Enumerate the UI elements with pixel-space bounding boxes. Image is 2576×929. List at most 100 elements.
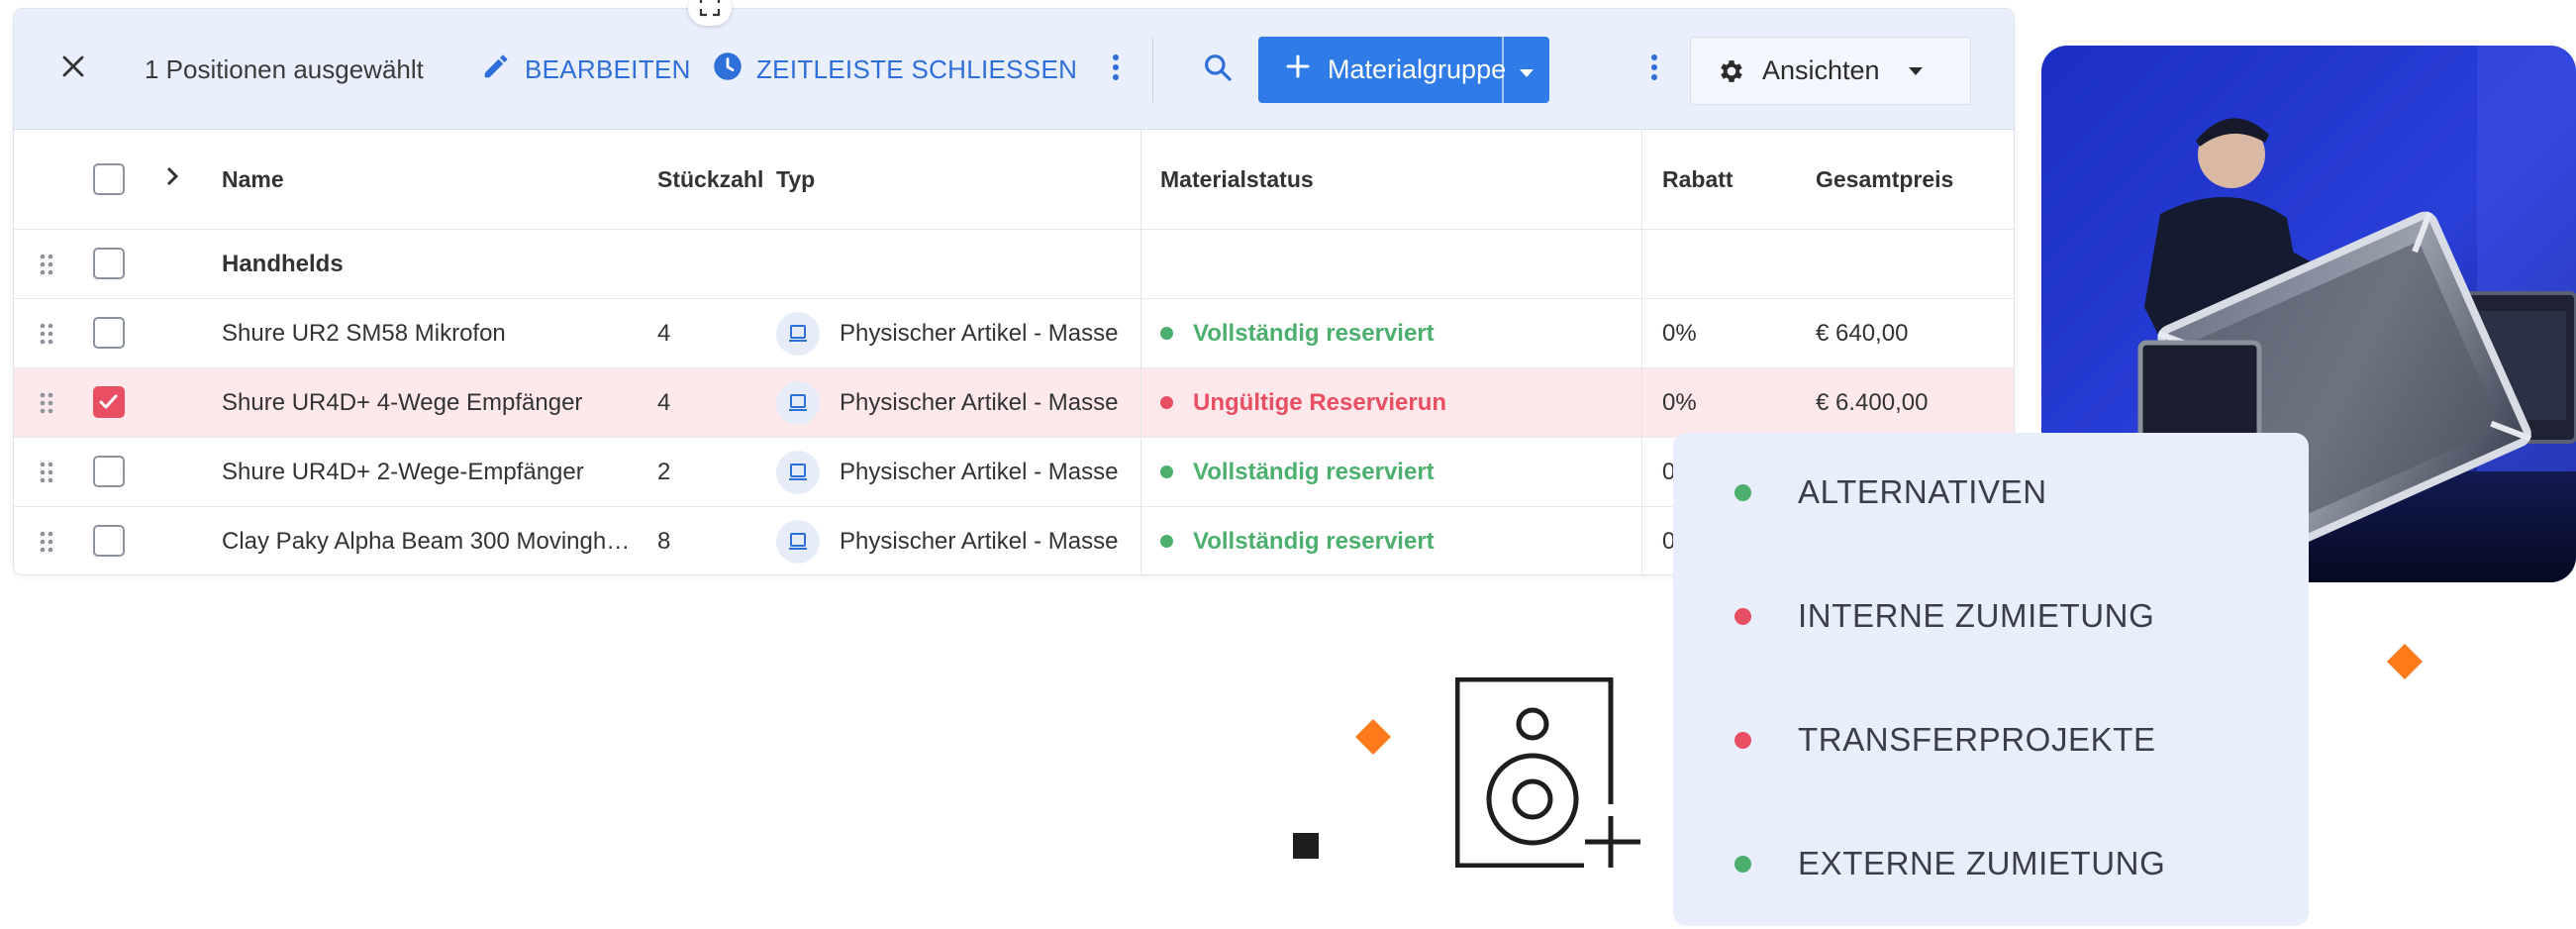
column-divider [1140, 130, 1141, 574]
selection-toolbar: 1 Positionen ausgewählt BEARBEITEN ZEITL… [14, 9, 2014, 130]
menu-item-label: TRANSFERPROJEKTE [1798, 721, 2156, 758]
item-quantity: 4 [657, 388, 671, 416]
item-price: € 6.400,00 [1816, 388, 1929, 416]
row-checkbox[interactable] [93, 317, 125, 349]
drag-handle-icon[interactable] [32, 368, 61, 437]
status-dot [1734, 607, 1751, 625]
close-timeline-label: ZEITLEISTE SCHLIESSEN [756, 53, 1078, 84]
item-name: Shure UR2 SM58 Mikrofon [222, 319, 506, 347]
item-discount: 0% [1662, 319, 1697, 347]
clock-icon [713, 52, 743, 88]
add-options-dropdown[interactable] [1504, 37, 1549, 103]
laptop-icon [776, 519, 820, 564]
drag-handle-icon[interactable] [32, 507, 61, 574]
speaker-add-icon [1454, 676, 1643, 873]
more-vertical-icon [1112, 53, 1120, 86]
close-timeline-button[interactable]: ZEITLEISTE SCHLIESSEN [713, 50, 1077, 89]
row-checkbox[interactable] [93, 525, 125, 557]
item-type: Physischer Artikel - Masse [776, 368, 1118, 437]
column-divider [1641, 130, 1642, 574]
column-header-total-price[interactable]: Gesamtpreis [1816, 130, 1953, 229]
caret-down-icon [1908, 66, 1924, 76]
column-header-discount[interactable]: Rabatt [1662, 130, 1734, 229]
laptop-icon [776, 380, 820, 425]
row-checkbox[interactable] [93, 456, 125, 487]
expand-all-toggle[interactable] [165, 130, 179, 229]
status-dot [1160, 535, 1173, 548]
column-header-type[interactable]: Typ [776, 130, 815, 229]
menu-item-label: EXTERNE ZUMIETUNG [1798, 845, 2166, 881]
menu-item-label: ALTERNATIVEN [1798, 473, 2047, 510]
status-dot [1734, 855, 1751, 873]
row-checkbox[interactable] [93, 248, 125, 279]
item-price: € 640,00 [1816, 319, 1909, 347]
menu-item-external-rental[interactable]: EXTERNE ZUMIETUNG [1734, 845, 2165, 882]
availability-options-menu: ALTERNATIVEN INTERNE ZUMIETUNG TRANSFERP… [1673, 433, 2309, 926]
laptop-icon [776, 311, 820, 356]
row-checkbox-checked[interactable] [93, 386, 125, 418]
add-material-group-button[interactable]: Materialgruppe [1258, 37, 1549, 103]
item-status-label: Vollständig reserviert [1193, 527, 1435, 555]
table-header: Name Stückzahl Typ Materialstatus Rabatt… [14, 130, 2014, 230]
drag-handle-icon[interactable] [32, 438, 61, 506]
orange-diamond-decoration [2387, 644, 2423, 684]
status-dot [1160, 396, 1173, 409]
expand-icon [699, 0, 721, 22]
menu-item-alternatives[interactable]: ALTERNATIVEN [1734, 473, 2047, 511]
search-button[interactable] [1198, 50, 1238, 89]
item-type: Physischer Artikel - Masse [776, 438, 1118, 506]
item-status-label: Ungültige Reservierun [1193, 388, 1447, 416]
edit-button[interactable]: BEARBEITEN [481, 50, 691, 89]
orange-diamond-decoration [1355, 719, 1391, 760]
views-label: Ansichten [1762, 55, 1880, 85]
chevron-right-icon [165, 165, 179, 193]
table-row[interactable]: Shure UR2 SM58 Mikrofon 4 Physischer Art… [14, 299, 2014, 368]
item-type-label: Physischer Artikel - Masse [840, 388, 1119, 416]
item-status: Vollständig reserviert [1160, 507, 1457, 574]
item-quantity: 2 [657, 458, 671, 485]
column-header-name[interactable]: Name [222, 130, 284, 229]
table-row[interactable]: Shure UR4D+ 4-Wege Empfänger 4 Physische… [14, 368, 2014, 438]
group-row[interactable]: Handhelds [14, 230, 2014, 299]
item-status-label: Vollständig reserviert [1193, 319, 1435, 347]
select-all-checkbox[interactable] [93, 163, 125, 195]
edit-label: BEARBEITEN [525, 53, 691, 84]
drag-handle-icon[interactable] [32, 299, 61, 367]
column-header-quantity[interactable]: Stückzahl [657, 130, 763, 229]
item-status-label: Vollständig reserviert [1193, 458, 1435, 485]
laptop-icon [776, 450, 820, 494]
item-quantity: 8 [657, 527, 671, 555]
item-type: Physischer Artikel - Masse [776, 299, 1118, 367]
black-square-decoration [1293, 833, 1319, 859]
toolbar-divider [1152, 37, 1153, 102]
gear-icon [1717, 56, 1746, 86]
item-name: Shure UR4D+ 2-Wege-Empfänger [222, 458, 584, 485]
menu-item-internal-rental[interactable]: INTERNE ZUMIETUNG [1734, 597, 2154, 635]
more-options-button[interactable] [1639, 50, 1669, 89]
group-name: Handhelds [222, 250, 344, 277]
views-dropdown[interactable]: Ansichten [1690, 37, 1971, 105]
selection-count: 1 Positionen ausgewählt [145, 53, 424, 84]
add-material-group-main[interactable]: Materialgruppe [1258, 37, 1506, 103]
pencil-icon [481, 52, 511, 88]
status-dot [1734, 483, 1751, 501]
close-icon [60, 53, 86, 84]
item-discount: 0% [1662, 388, 1697, 416]
status-dot [1160, 327, 1173, 340]
more-actions-button[interactable] [1101, 50, 1131, 89]
item-name: Clay Paky Alpha Beam 300 Movingh… [222, 527, 631, 555]
menu-item-transfer-projects[interactable]: TRANSFERPROJEKTE [1734, 721, 2156, 759]
search-icon [1202, 52, 1234, 88]
more-vertical-icon [1650, 53, 1658, 86]
column-header-material-status[interactable]: Materialstatus [1160, 130, 1314, 229]
menu-item-label: INTERNE ZUMIETUNG [1798, 597, 2155, 634]
drag-handle-icon[interactable] [32, 230, 61, 298]
item-status: Vollständig reserviert [1160, 299, 1457, 367]
item-status: Ungültige Reservierun [1160, 368, 1459, 437]
item-quantity: 4 [657, 319, 671, 347]
status-dot [1160, 465, 1173, 478]
caret-down-icon [1519, 54, 1535, 85]
item-status: Vollständig reserviert [1160, 438, 1457, 506]
close-selection-button[interactable] [53, 49, 93, 88]
status-dot [1734, 731, 1751, 749]
